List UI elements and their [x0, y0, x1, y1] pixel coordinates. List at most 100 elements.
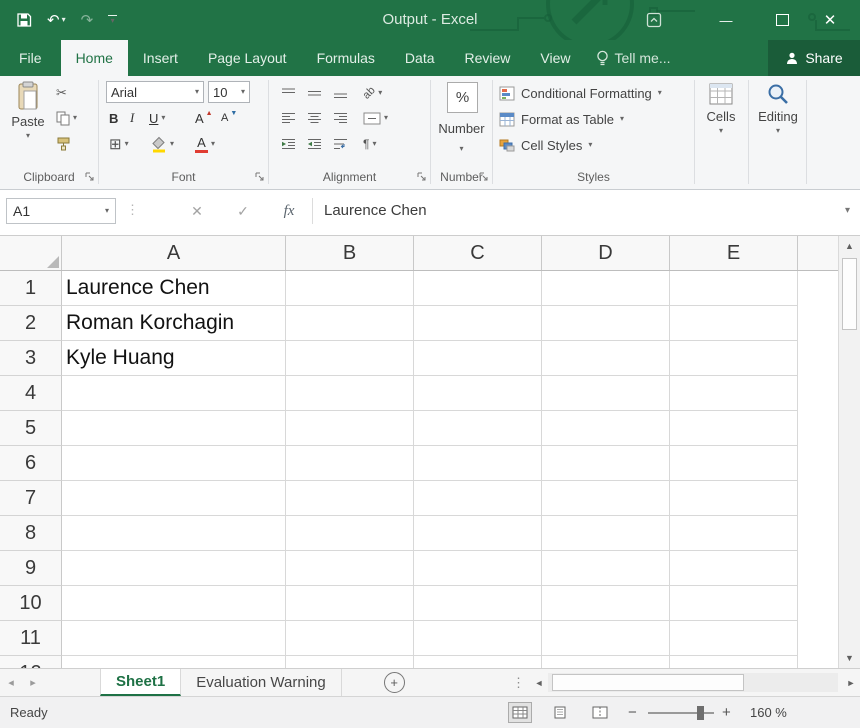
cell-A10[interactable] [62, 586, 286, 621]
enter-button[interactable]: ✓ [230, 198, 256, 224]
row-header-2[interactable]: 2 [0, 306, 62, 341]
top-align-button[interactable] [281, 82, 296, 104]
zoom-out-button[interactable]: − [628, 697, 637, 728]
cell-C12[interactable] [414, 656, 542, 668]
sheet-next-button[interactable]: ▸ [22, 669, 44, 696]
new-sheet-button[interactable]: + [384, 672, 405, 693]
name-box-dropdown-icon[interactable]: ▾ [105, 207, 109, 215]
sheet-bar-resize-grip[interactable]: ⋮ [512, 669, 525, 696]
cancel-button[interactable]: ✕ [184, 198, 210, 224]
cell-A8[interactable] [62, 516, 286, 551]
undo-dropdown-icon[interactable]: ▾ [62, 16, 66, 24]
bottom-align-button[interactable] [333, 82, 348, 104]
decrease-indent-button[interactable] [281, 133, 296, 155]
merge-dropdown-icon[interactable]: ▾ [384, 114, 388, 122]
cell-D7[interactable] [542, 481, 670, 516]
formula-bar-grip[interactable]: ⋮ [126, 202, 139, 218]
format-as-table-button[interactable]: Format as Table ▾ [499, 107, 624, 131]
cell-A3[interactable]: Kyle Huang [62, 341, 286, 376]
cell-D1[interactable] [542, 271, 670, 306]
underline-dropdown-icon[interactable]: ▾ [161, 114, 165, 122]
tell-me-box[interactable]: Tell me... [596, 40, 671, 76]
conditional-formatting-button[interactable]: Conditional Formatting ▾ [499, 81, 662, 105]
row-header-8[interactable]: 8 [0, 516, 62, 551]
number-dialog-launcher[interactable] [478, 171, 489, 182]
row-header-5[interactable]: 5 [0, 411, 62, 446]
sheet-tab-evaluation-warning[interactable]: Evaluation Warning [181, 669, 342, 696]
horizontal-scrollbar-thumb[interactable] [552, 674, 744, 691]
copy-button[interactable]: ▾ [56, 107, 77, 129]
cell-D4[interactable] [542, 376, 670, 411]
zoom-in-button[interactable]: + [722, 697, 731, 728]
orientation-dropdown-icon[interactable]: ▾ [378, 89, 382, 97]
cell-D9[interactable] [542, 551, 670, 586]
align-left-button[interactable] [281, 107, 296, 129]
cell-styles-button[interactable]: Cell Styles ▾ [499, 133, 592, 157]
editing-button[interactable]: Editing ▾ [756, 82, 800, 135]
paste-dropdown-icon[interactable]: ▾ [26, 132, 30, 140]
orientation-button[interactable]: ab ▾ [363, 82, 382, 104]
font-name-dropdown-icon[interactable]: ▾ [191, 88, 199, 96]
tab-insert[interactable]: Insert [128, 40, 193, 76]
zoom-level[interactable]: 160 % [750, 697, 787, 728]
scroll-down-button[interactable]: ▼ [839, 648, 860, 668]
ribbon-display-options-button[interactable] [634, 0, 674, 40]
cell-D10[interactable] [542, 586, 670, 621]
font-color-button[interactable]: A ▾ [195, 133, 215, 155]
maximize-button[interactable] [762, 0, 802, 40]
cut-button[interactable]: ✂ [56, 82, 67, 104]
cell-E12[interactable] [670, 656, 798, 668]
cell-B7[interactable] [286, 481, 414, 516]
scroll-up-button[interactable]: ▲ [839, 236, 860, 256]
redo-button[interactable]: ↷ [81, 13, 94, 28]
formula-input[interactable]: Laurence Chen [324, 198, 427, 224]
tab-formulas[interactable]: Formulas [302, 40, 390, 76]
font-color-dropdown-icon[interactable]: ▾ [211, 140, 215, 148]
cell-B9[interactable] [286, 551, 414, 586]
undo-button[interactable]: ↶ ▾ [47, 13, 66, 28]
page-break-preview-button[interactable] [588, 702, 612, 723]
sheet-tab-sheet1[interactable]: Sheet1 [100, 669, 181, 696]
cell-D2[interactable] [542, 306, 670, 341]
cell-B3[interactable] [286, 341, 414, 376]
cell-C10[interactable] [414, 586, 542, 621]
cell-E11[interactable] [670, 621, 798, 656]
hscroll-left-button[interactable]: ◄ [530, 674, 548, 692]
cell-B8[interactable] [286, 516, 414, 551]
tab-page-layout[interactable]: Page Layout [193, 40, 302, 76]
insert-function-button[interactable]: fx [276, 198, 302, 224]
save-button[interactable] [16, 12, 32, 28]
cell-D5[interactable] [542, 411, 670, 446]
cell-D12[interactable] [542, 656, 670, 668]
tab-review[interactable]: Review [450, 40, 526, 76]
borders-button[interactable]: ⊞ ▾ [109, 133, 129, 155]
zoom-slider-track[interactable] [648, 712, 714, 714]
cell-E7[interactable] [670, 481, 798, 516]
tab-data[interactable]: Data [390, 40, 450, 76]
cell-A5[interactable] [62, 411, 286, 446]
align-center-button[interactable] [307, 107, 322, 129]
cell-A9[interactable] [62, 551, 286, 586]
cell-C2[interactable] [414, 306, 542, 341]
cell-E8[interactable] [670, 516, 798, 551]
column-header-E[interactable]: E [670, 236, 798, 270]
cell-A12[interactable] [62, 656, 286, 668]
name-box[interactable]: A1 ▾ [6, 198, 116, 224]
wrap-text-button[interactable] [333, 133, 348, 155]
row-header-11[interactable]: 11 [0, 621, 62, 656]
italic-button[interactable]: I [130, 107, 134, 129]
column-header-B[interactable]: B [286, 236, 414, 270]
text-direction-button[interactable]: ¶ ▾ [363, 133, 376, 155]
cell-B5[interactable] [286, 411, 414, 446]
sheet-prev-button[interactable]: ◂ [0, 669, 22, 696]
close-button[interactable]: ✕ [810, 0, 850, 40]
bold-button[interactable]: B [109, 107, 118, 129]
row-header-9[interactable]: 9 [0, 551, 62, 586]
cell-C8[interactable] [414, 516, 542, 551]
row-header-10[interactable]: 10 [0, 586, 62, 621]
cell-D6[interactable] [542, 446, 670, 481]
font-size-dropdown-icon[interactable]: ▾ [237, 88, 245, 96]
number-format-dropdown-icon[interactable]: ▾ [431, 139, 492, 154]
cell-C6[interactable] [414, 446, 542, 481]
cell-C1[interactable] [414, 271, 542, 306]
